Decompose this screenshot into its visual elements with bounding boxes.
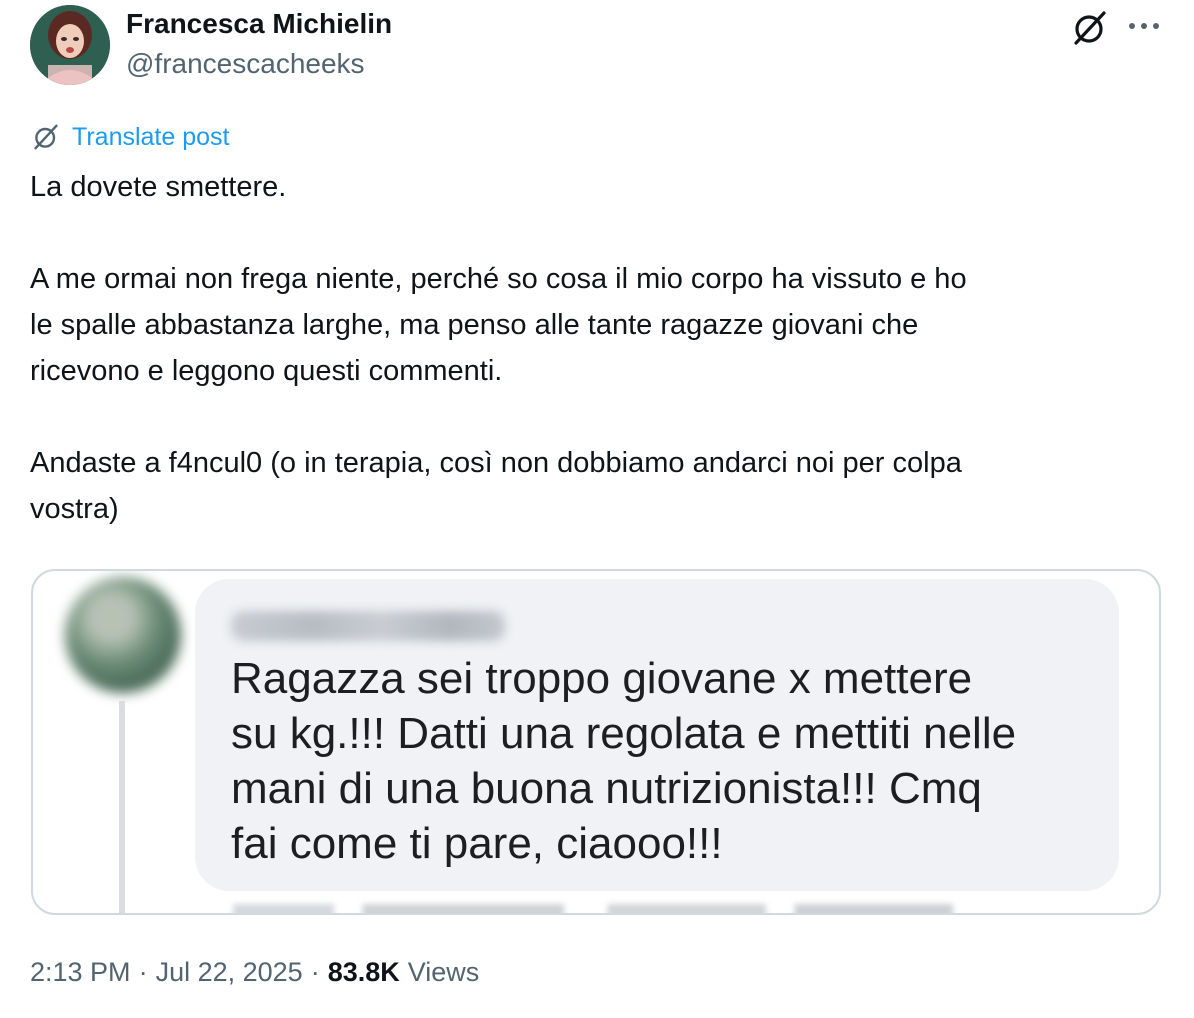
views-count[interactable]: 83.8K [328,957,400,988]
translate-post-label: Translate post [72,122,230,151]
post-time[interactable]: 2:13 PM [30,957,131,988]
comment-line: Ragazza sei troppo giovane x mettere [231,654,973,703]
author-handle[interactable]: @francescacheeks [126,48,365,80]
post-line: le spalle abbastanza larghe, ma penso al… [30,309,919,341]
comment-bubble: Ragazza sei troppo giovane x mettere su … [195,579,1119,891]
post-meta: 2:13 PM · Jul 22, 2025 · 83.8K Views [30,952,479,992]
post-line: A me ormai non frega niente, perché so c… [30,263,967,295]
attached-image[interactable]: Ragazza sei troppo giovane x mettere su … [31,569,1161,915]
post-line: ricevono e leggono questi commenti. [30,355,503,387]
thread-line [119,701,125,913]
comment-text: Ragazza sei troppo giovane x mettere su … [231,651,1111,871]
comment-line: mani di una buona nutrizionista!!! Cmq [231,764,982,813]
commenter-avatar [65,577,181,693]
post-text: La dovete smettere. A me ormai non frega… [30,164,1170,532]
grok-icon[interactable] [1070,8,1110,48]
blurred-reply-text [233,904,953,913]
post-line: vostra) [30,493,119,525]
views-label: Views [407,956,480,987]
more-options-icon[interactable] [1124,14,1164,38]
grok-icon [34,124,58,150]
meta-separator: · [138,956,148,987]
post-line: La dovete smettere. [30,171,287,203]
blurred-commenter-name [231,611,505,641]
author-avatar[interactable] [30,5,110,85]
translate-post-link[interactable]: Translate post [30,120,229,154]
author-name[interactable]: Francesca Michielin [126,8,392,40]
post-date[interactable]: Jul 22, 2025 [156,957,303,988]
post-line: Andaste a f4ncul0 (o in terapia, così no… [30,447,962,479]
meta-separator: · [310,956,320,987]
comment-line: fai come ti pare, ciaooo!!! [231,819,723,868]
comment-line: su kg.!!! Datti una regolata e mettiti n… [231,709,1017,758]
